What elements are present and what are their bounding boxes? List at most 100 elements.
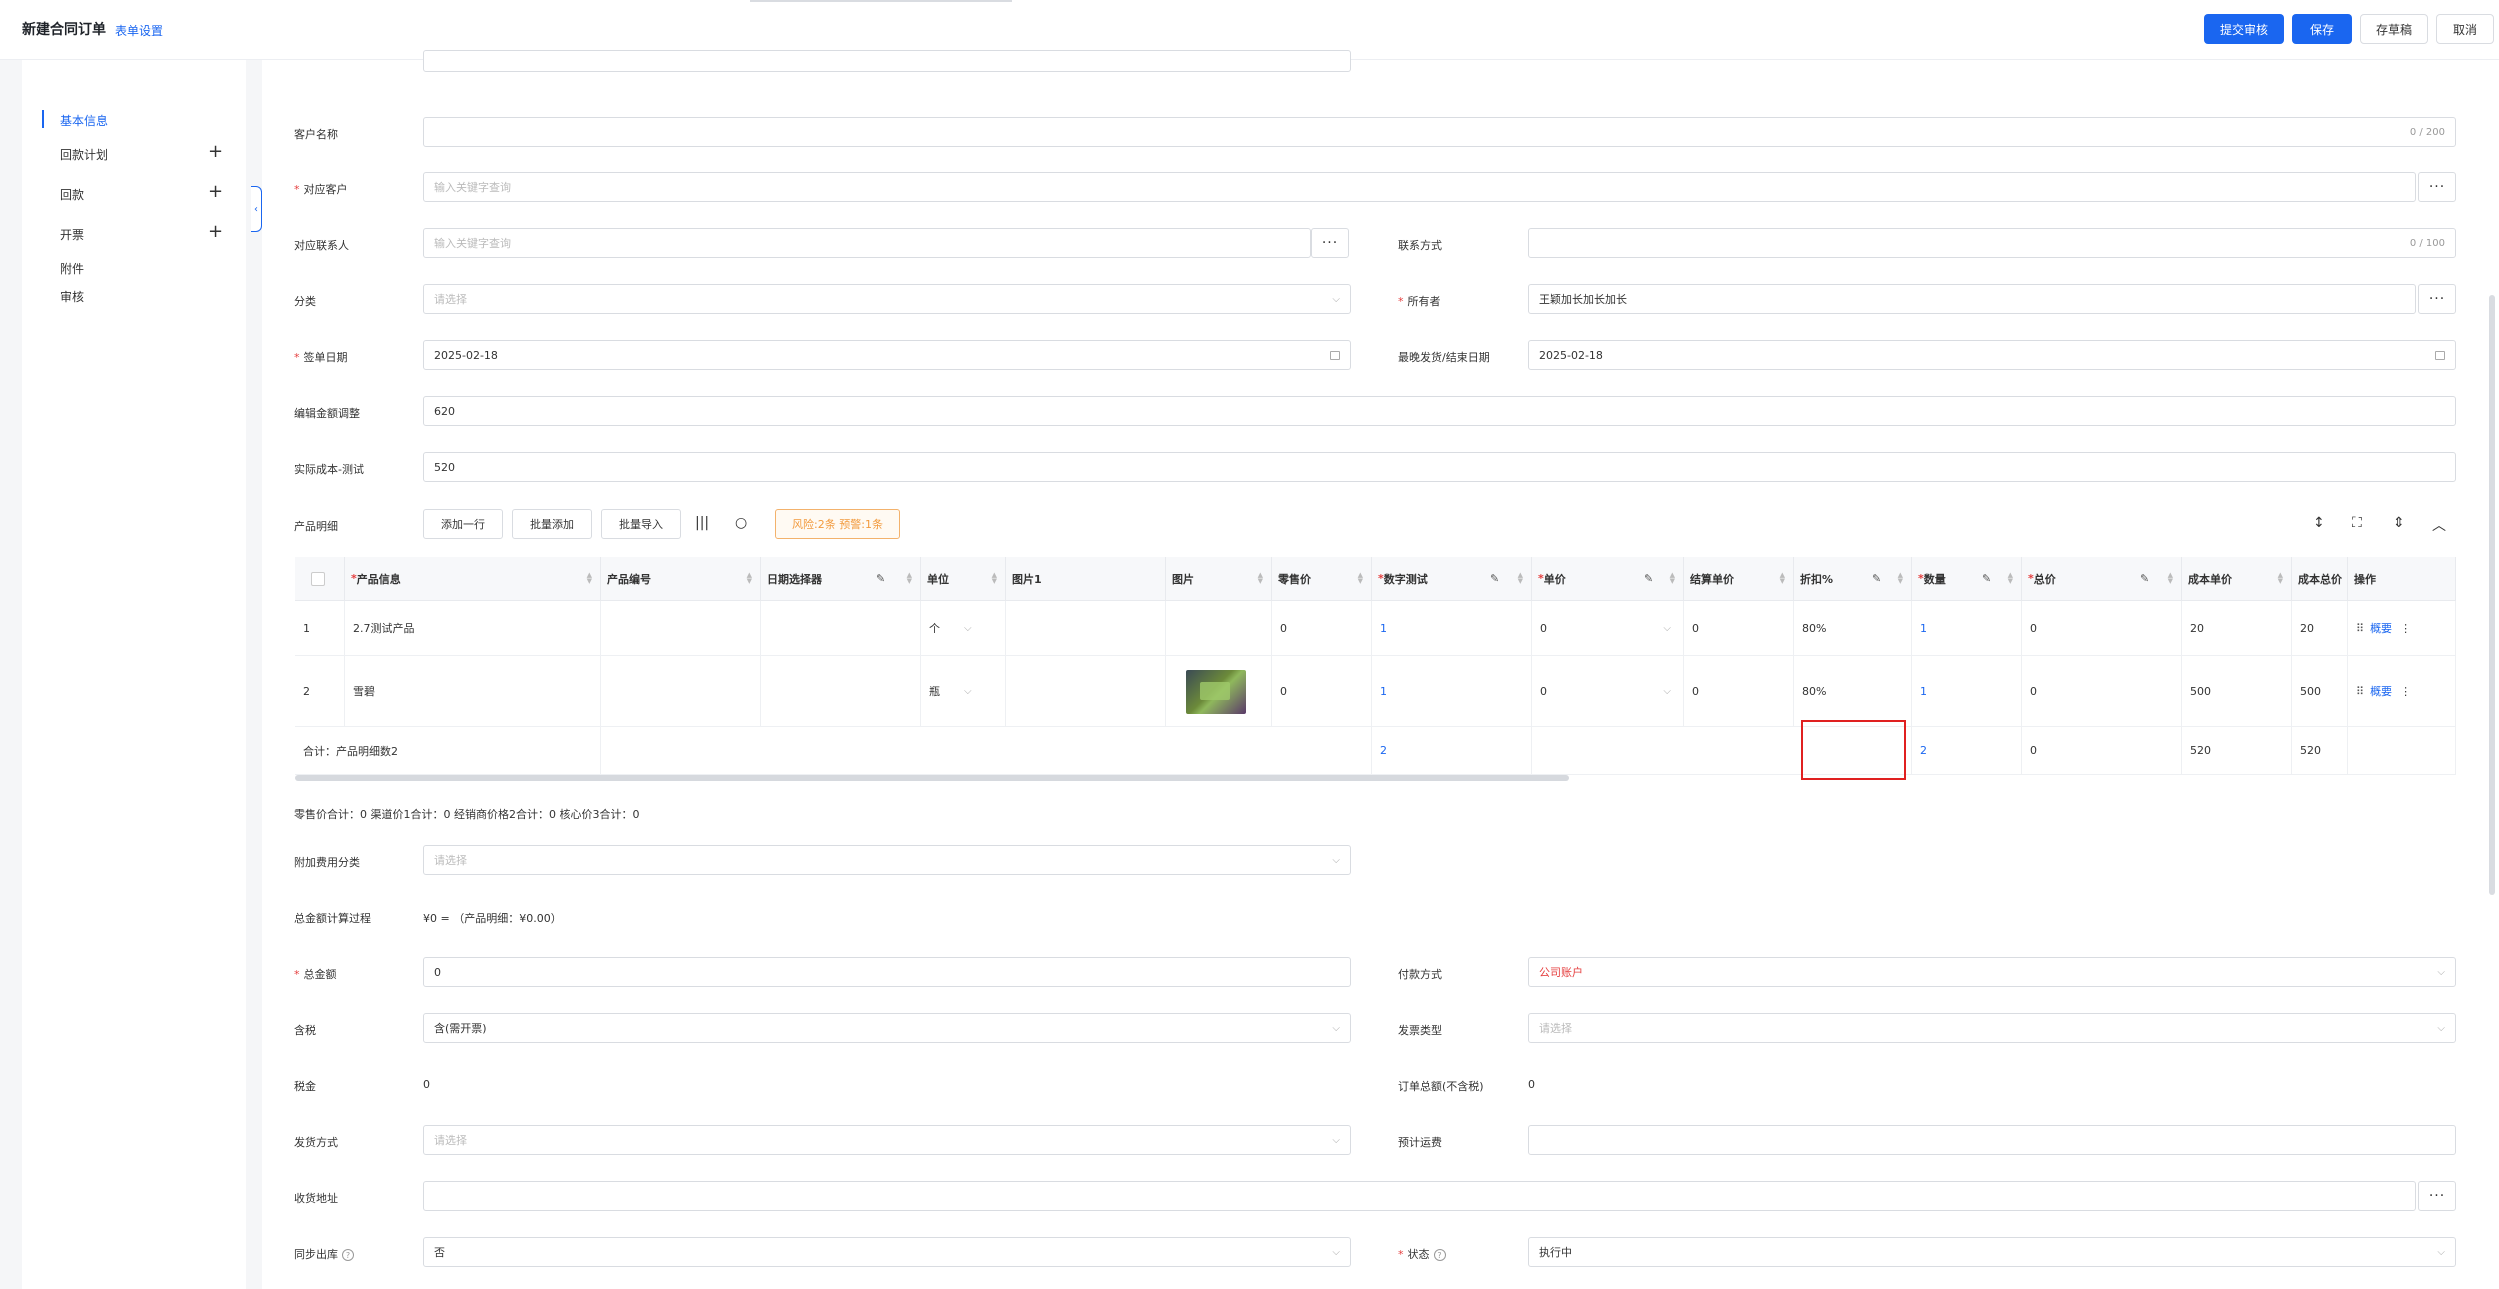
product-code-cell[interactable] [601,656,761,727]
form-settings-link[interactable]: 表单设置 [115,22,163,39]
amount-adjust-input[interactable]: 620 [423,396,2456,426]
sidebar-item-attachment[interactable]: 附件 [60,260,84,277]
product-image-thumbnail[interactable] [1186,670,1246,714]
add-row-button[interactable]: 添加一行 [423,509,503,539]
num-test-cell[interactable]: 1 [1372,601,1532,656]
col-quantity[interactable]: * 数量 ✎ ▲ ▼ [1912,557,2022,601]
add-payment-icon[interactable]: + [208,183,223,201]
unit-price-cell[interactable]: 0 ⌵ [1532,656,1684,727]
col-cost-unit[interactable]: 成本单价 ▲ ▼ [2182,557,2292,601]
product-name-cell[interactable]: 2.7测试产品 [345,601,601,656]
related-customer-input[interactable]: 输入关键字查询 [423,172,2416,202]
latest-delivery-input[interactable]: 2025-02-18 [1528,340,2456,370]
retail-price-cell[interactable]: 0 [1272,656,1372,727]
related-contact-input[interactable]: 输入关键字查询 [423,228,1311,258]
sidebar-item-invoice[interactable]: 开票 [60,226,84,243]
sidebar-item-payment-plan[interactable]: 回款计划 [60,146,108,163]
barcode-icon[interactable]: ||| [695,515,709,531]
shipping-address-input[interactable] [423,1181,2416,1211]
drag-handle-icon[interactable]: ⠿ [2356,685,2364,698]
col-image1[interactable]: 图片1 [1006,557,1166,601]
sidebar-item-payment[interactable]: 回款 [60,186,84,203]
add-invoice-icon[interactable]: + [208,223,223,241]
col-total-price[interactable]: * 总价 ✎ ▲ ▼ [2022,557,2182,601]
product-code-cell[interactable] [601,601,761,656]
contact-method-input[interactable]: 0 / 100 [1528,228,2456,258]
image-cell[interactable] [1166,656,1272,727]
discount-cell[interactable]: 80% [1794,601,1912,656]
summary-link[interactable]: 概要 [2370,683,2392,699]
related-contact-more-icon[interactable]: ··· [1311,228,1349,258]
shipping-method-select[interactable]: 请选择 ⌵ [423,1125,1351,1155]
quantity-cell[interactable]: 1 [1912,656,2022,727]
vertical-scrollbar[interactable] [2489,295,2495,895]
chevron-up-icon[interactable]: ︿ [2432,515,2446,535]
image1-cell[interactable] [1006,656,1166,727]
col-discount[interactable]: 折扣% ✎ ▲ ▼ [1794,557,1912,601]
owner-input[interactable]: 王颖加长加长加长 [1528,284,2416,314]
more-vertical-icon[interactable]: ⋮ [2400,685,2411,698]
retail-price-cell[interactable]: 0 [1272,601,1372,656]
top-partial-input[interactable] [423,50,1351,72]
estimated-freight-input[interactable] [1528,1125,2456,1155]
tax-included-select[interactable]: 含(需开票) ⌵ [423,1013,1351,1043]
table-horizontal-scrollbar[interactable] [295,775,1569,781]
extra-fee-select[interactable]: 请选择 ⌵ [423,845,1351,875]
col-product-code[interactable]: 产品编号 ▲ ▼ [601,557,761,601]
select-all-checkbox[interactable] [311,571,325,586]
fullscreen-icon[interactable]: ⛶ [2352,515,2362,531]
total-amount-input[interactable]: 0 [423,957,1351,987]
unit-price-cell[interactable]: 0 ⌵ [1532,601,1684,656]
drag-handle-icon[interactable]: ⠿ [2356,622,2364,635]
expand-vertical-icon[interactable]: ⇕ [2393,515,2405,531]
cost-total-cell[interactable]: 500 [2292,656,2348,727]
summary-link[interactable]: 概要 [2370,620,2392,636]
discount-cell[interactable]: 80% [1794,656,1912,727]
status-select[interactable]: 执行中 ⌵ [1528,1237,2456,1267]
col-image[interactable]: 图片 ▲ ▼ [1166,557,1272,601]
risk-warning-badge[interactable]: 风险:2条 预警:1条 [775,509,900,539]
product-name-cell[interactable]: 雪碧 [345,656,601,727]
invoice-type-select[interactable]: 请选择 ⌵ [1528,1013,2456,1043]
add-payment-plan-icon[interactable]: + [208,143,223,161]
collapse-sidebar-icon[interactable]: ‹ [251,186,262,232]
quantity-cell[interactable]: 1 [1912,601,2022,656]
total-price-cell[interactable]: 0 [2022,656,2182,727]
cost-unit-cell[interactable]: 20 [2182,601,2292,656]
col-num-test[interactable]: * 数字测试 ✎ ▲ ▼ [1372,557,1532,601]
sign-date-input[interactable]: 2025-02-18 [423,340,1351,370]
save-button[interactable]: 保存 [2292,14,2352,44]
date-cell[interactable] [761,601,921,656]
customer-name-input[interactable]: 0 / 200 [423,117,2456,147]
owner-more-icon[interactable]: ··· [2418,284,2456,314]
cost-unit-cell[interactable]: 500 [2182,656,2292,727]
num-test-cell[interactable]: 1 [1372,656,1532,727]
settle-price-cell[interactable]: 0 [1684,601,1794,656]
row-height-icon[interactable]: ↕ [2313,515,2325,531]
image-cell[interactable] [1166,601,1272,656]
sidebar-item-basic-info[interactable]: 基本信息 [60,112,108,129]
settle-price-cell[interactable]: 0 [1684,656,1794,727]
batch-import-button[interactable]: 批量导入 [601,509,681,539]
search-icon[interactable]: ○ [735,515,747,531]
more-vertical-icon[interactable]: ⋮ [2400,622,2411,635]
cancel-button[interactable]: 取消 [2436,14,2494,44]
col-settle-price[interactable]: 结算单价 ▲ ▼ [1684,557,1794,601]
cost-total-cell[interactable]: 20 [2292,601,2348,656]
actual-cost-input[interactable]: 520 [423,452,2456,482]
col-unit[interactable]: 单位 ▲ ▼ [921,557,1006,601]
batch-add-button[interactable]: 批量添加 [512,509,592,539]
col-product-info[interactable]: * 产品信息 ▲ ▼ [345,557,601,601]
sync-outbound-select[interactable]: 否 ⌵ [423,1237,1351,1267]
sidebar-item-review[interactable]: 审核 [60,288,84,305]
date-cell[interactable] [761,656,921,727]
unit-cell[interactable]: 个 ⌵ [921,601,1006,656]
col-cost-total[interactable]: 成本总价 [2292,557,2348,601]
col-unit-price[interactable]: * 单价 ✎ ▲ ▼ [1532,557,1684,601]
unit-cell[interactable]: 瓶 ⌵ [921,656,1006,727]
col-retail-price[interactable]: 零售价 ▲ ▼ [1272,557,1372,601]
submit-review-button[interactable]: 提交审核 [2204,14,2284,44]
payment-method-select[interactable]: 公司账户 ⌵ [1528,957,2456,987]
total-price-cell[interactable]: 0 [2022,601,2182,656]
image1-cell[interactable] [1006,601,1166,656]
